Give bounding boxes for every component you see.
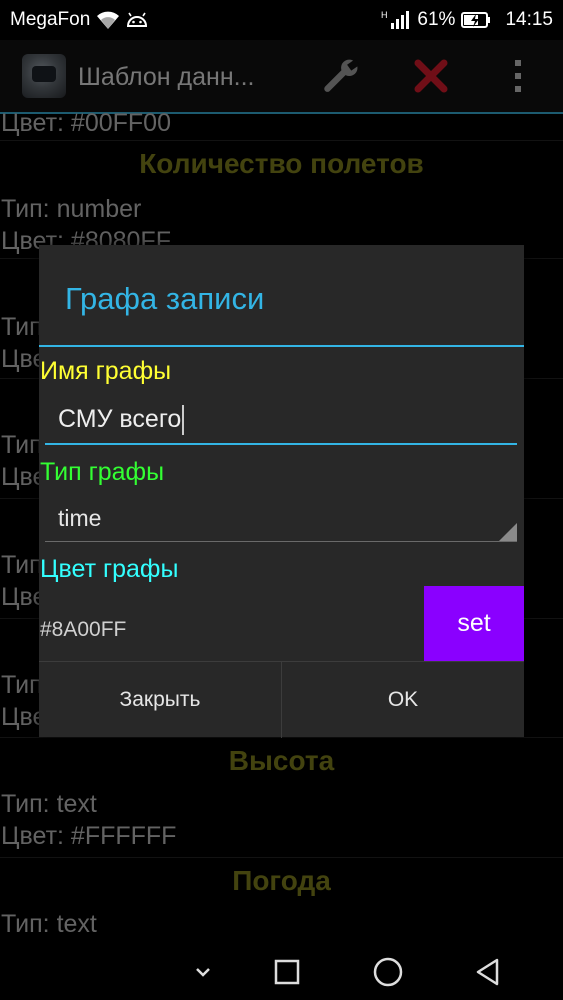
name-input-value: СМУ всего [58,405,182,433]
set-color-button[interactable]: set [424,586,524,661]
carrier-name: MegaFon [10,9,91,30]
name-input[interactable]: СМУ всего [45,395,517,445]
dialog-title-divider [39,345,524,347]
type-label: Тип графы [40,458,165,486]
android-icon [126,11,148,29]
dialog-button-bar: Закрыть OK [39,661,524,738]
ok-button[interactable]: OK [282,662,524,738]
back-icon[interactable] [468,952,508,992]
text-cursor [182,405,185,436]
battery-percent: 61% [417,9,456,30]
color-label: Цвет графы [40,555,179,583]
dropdown-triangle-icon [499,523,517,541]
name-label: Имя графы [40,357,172,385]
type-select[interactable]: time [45,497,517,542]
status-bar: MegaFon H 61% 14:15 [0,0,563,40]
wifi-icon [96,10,120,30]
close-button[interactable]: Закрыть [39,662,281,738]
navigation-bar [0,940,563,1000]
battery-icon [461,11,491,29]
signal-icon: H [381,9,411,31]
recent-apps-icon[interactable] [267,952,307,992]
column-dialog: Графа записи Имя графы СМУ всего Тип гра… [39,245,524,738]
color-value: #8A00FF [40,618,127,641]
svg-text:H: H [381,10,388,20]
hide-keyboard-icon[interactable] [183,952,223,992]
clock: 14:15 [505,9,553,30]
dialog-title: Графа записи [65,281,265,316]
home-icon[interactable] [368,952,408,992]
type-select-value: time [58,505,102,531]
